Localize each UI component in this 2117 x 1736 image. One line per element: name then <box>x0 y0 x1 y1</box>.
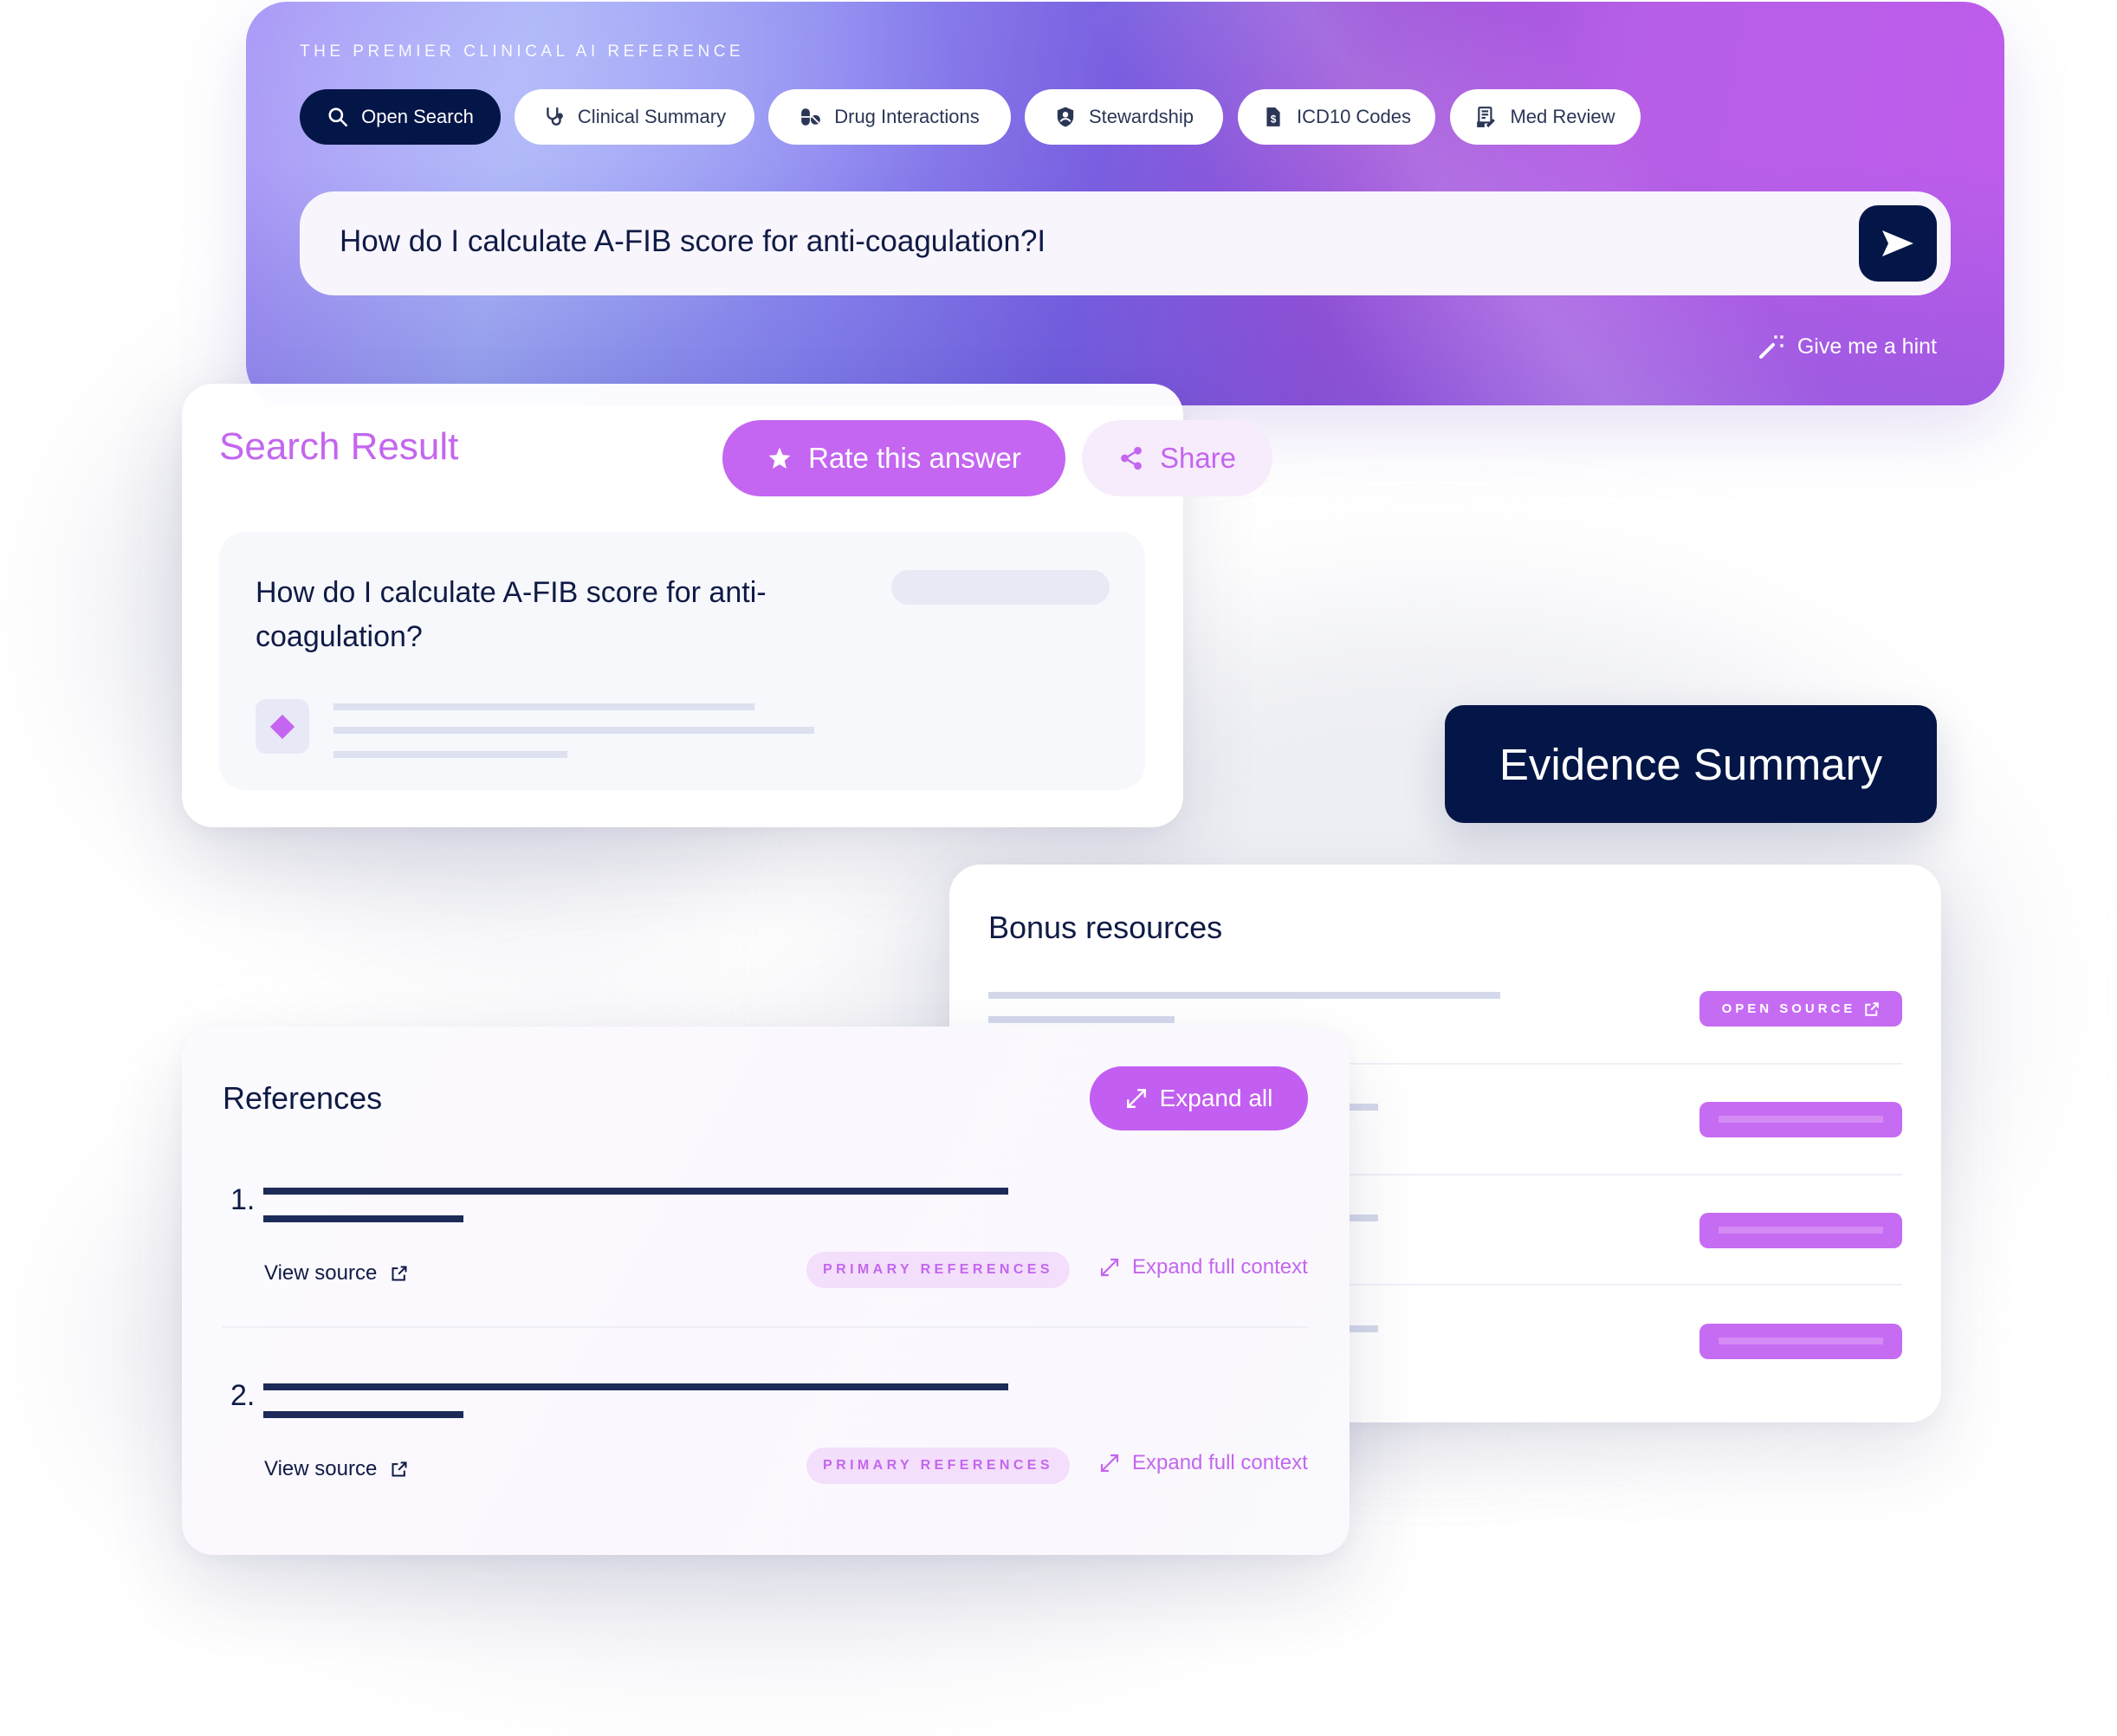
answer-avatar <box>256 699 309 754</box>
file-dollar-icon: $ <box>1266 107 1280 126</box>
view-source-label: View source <box>264 1457 378 1480</box>
reference-number: 2. <box>230 1379 256 1412</box>
hint-link[interactable]: Give me a hint <box>1758 333 1937 360</box>
tab-icd10-codes[interactable]: $ ICD10 Codes <box>1238 89 1435 145</box>
rate-answer-button[interactable]: Rate this answer <box>722 420 1065 496</box>
tab-open-search[interactable]: Open Search <box>300 89 501 145</box>
tab-drug-interactions[interactable]: Drug Interactions <box>768 89 1011 145</box>
reference-title-line <box>263 1383 1008 1390</box>
bonus-resources-title: Bonus resources <box>988 910 1223 945</box>
tab-label: Drug Interactions <box>834 106 980 127</box>
reference-title-line <box>263 1188 1008 1195</box>
tab-label: Open Search <box>361 106 474 127</box>
tab-label: Stewardship <box>1088 106 1194 127</box>
open-source-button[interactable]: OPEN SOURCE <box>1699 991 1902 1027</box>
shield-user-icon <box>1057 107 1074 127</box>
expand-icon <box>1126 1089 1146 1108</box>
resource-button-placeholder[interactable] <box>1699 1102 1902 1137</box>
search-input[interactable]: How do I calculate A-FIB score for anti-… <box>300 191 1951 295</box>
search-result-title: Search Result <box>219 425 459 468</box>
svg-text:$: $ <box>1271 113 1277 126</box>
expand-icon <box>1100 1258 1119 1277</box>
document-edit-icon <box>1477 107 1496 127</box>
question-text: How do I calculate A-FIB score for anti-… <box>256 576 767 653</box>
resource-button-placeholder[interactable] <box>1699 1213 1902 1248</box>
tab-label: ICD10 Codes <box>1296 106 1412 127</box>
resource-skeleton-line <box>988 1016 1175 1023</box>
diamond-icon <box>269 714 295 739</box>
expand-full-context-label: Expand full context <box>1132 1451 1308 1474</box>
answer-skeleton-line <box>333 751 567 758</box>
star-icon <box>768 447 791 469</box>
search-header-panel: THE PREMIER CLINICAL AI REFERENCE Open S… <box>246 2 2004 405</box>
primary-references-badge: PRIMARY REFERENCES <box>806 1448 1070 1484</box>
status-placeholder-pill <box>891 570 1110 605</box>
expand-all-button[interactable]: Expand all <box>1090 1066 1308 1130</box>
search-input-value: How do I calculate A-FIB score for anti-… <box>340 224 1046 258</box>
expand-all-label: Expand all <box>1159 1085 1273 1111</box>
share-icon <box>1121 446 1142 470</box>
stethoscope-icon <box>547 107 563 126</box>
expand-full-context-link[interactable]: Expand full context <box>1099 1255 1308 1279</box>
view-source-link[interactable]: View source <box>264 1457 408 1481</box>
reference-title-line <box>263 1215 463 1222</box>
external-link-icon <box>392 1461 407 1477</box>
resource-skeleton-line <box>988 992 1500 999</box>
hint-label: Give me a hint <box>1797 334 1937 359</box>
tab-label: Med Review <box>1510 106 1615 127</box>
answer-panel: How do I calculate A-FIB score for anti-… <box>219 532 1145 790</box>
references-card: References Expand all 1. View source PRI… <box>182 1027 1350 1555</box>
external-link-icon <box>1865 1001 1880 1016</box>
share-label: Share <box>1159 442 1237 474</box>
view-source-label: View source <box>264 1261 378 1285</box>
tab-med-review[interactable]: Med Review <box>1450 89 1641 145</box>
search-result-card: Search Result Rate this answer Share How… <box>182 384 1272 827</box>
send-button[interactable] <box>1859 205 1937 282</box>
primary-references-badge: PRIMARY REFERENCES <box>806 1252 1070 1288</box>
answer-skeleton-line <box>333 703 754 710</box>
external-link-icon <box>392 1266 407 1281</box>
expand-full-context-link[interactable]: Expand full context <box>1099 1451 1308 1475</box>
send-icon <box>1882 230 1913 256</box>
reference-title-line <box>263 1411 463 1418</box>
references-title: References <box>223 1080 383 1116</box>
search-icon <box>328 107 348 127</box>
expand-full-context-label: Expand full context <box>1132 1255 1308 1279</box>
magic-wand-icon <box>1758 335 1784 359</box>
rate-answer-label: Rate this answer <box>808 442 1021 474</box>
open-source-label: OPEN SOURCE <box>1721 1001 1856 1016</box>
answer-skeleton-line <box>333 727 814 734</box>
view-source-link[interactable]: View source <box>264 1261 408 1286</box>
tab-stewardship[interactable]: Stewardship <box>1025 89 1223 145</box>
tab-clinical-summary[interactable]: Clinical Summary <box>515 89 754 145</box>
evidence-summary-button[interactable]: Evidence Summary <box>1445 705 1937 823</box>
expand-icon <box>1100 1454 1119 1473</box>
reference-number: 1. <box>230 1183 256 1216</box>
divider <box>223 1326 1308 1328</box>
resource-button-placeholder[interactable] <box>1699 1324 1902 1359</box>
tab-label: Clinical Summary <box>577 106 727 127</box>
pills-icon <box>801 108 821 126</box>
share-button[interactable]: Share <box>1082 420 1272 496</box>
tagline: THE PREMIER CLINICAL AI REFERENCE <box>300 42 745 61</box>
